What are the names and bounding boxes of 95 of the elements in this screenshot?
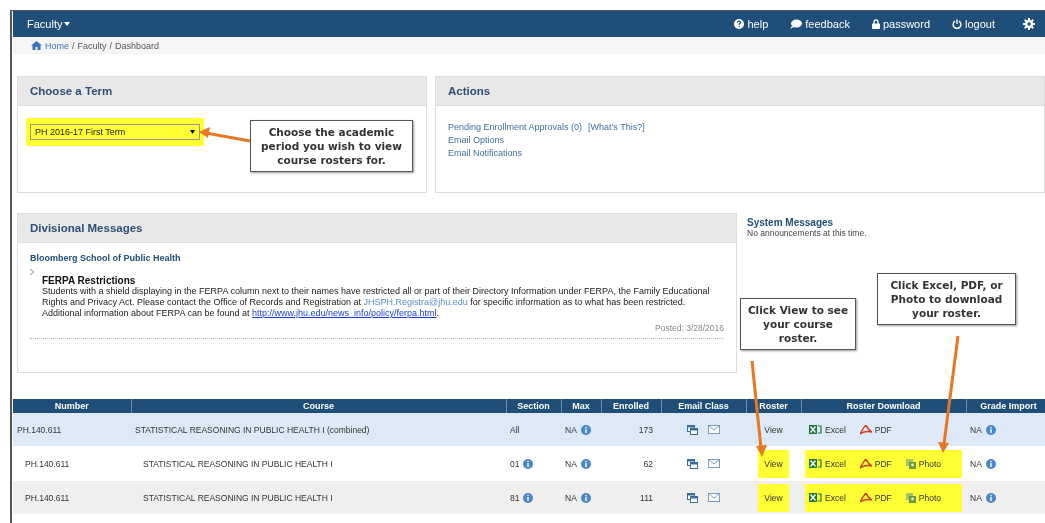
pdf-icon [859,492,872,503]
action-link[interactable]: Pending Enrollment Approvals (0) [448,122,583,132]
table-cell: STATISTICAL REASONING IN PUBLIC HEALTH I [131,480,506,515]
panel-title: Actions [448,85,491,97]
pdf-icon [859,424,872,435]
message-title: FERPA Restrictions [42,275,137,286]
table-cell: NA [565,424,577,435]
action-link[interactable]: Email Options [448,135,505,145]
pdf-link[interactable]: PDF [859,492,892,503]
view-link[interactable]: View [758,449,789,478]
info-icon[interactable] [580,492,591,503]
home-icon [31,41,42,50]
help-link[interactable]: help [734,18,769,30]
column-header: Email Class [661,399,746,413]
column-header: Max [561,399,601,413]
faculty-menu[interactable]: Faculty [27,18,71,30]
column-header: Enrolled [601,399,661,413]
feedback-link[interactable]: feedback [790,18,850,30]
table-cell: 01 [510,458,520,469]
photo-link[interactable]: Photo [905,458,941,469]
logout-link[interactable]: logout [952,18,995,30]
pdf-icon [859,458,872,469]
help-icon [734,19,745,29]
settings-icon[interactable] [1023,18,1035,30]
info-icon[interactable] [985,458,996,469]
action-link[interactable]: Email Notifications [448,148,523,158]
table-cell: All [510,424,520,435]
email-link[interactable]: JHSPH.Registra@jhu.edu [363,297,468,307]
info-icon[interactable] [580,424,591,435]
info-icon[interactable] [523,492,534,503]
message-text: Students with a shield displaying in the FERPA column next to their names have restricted all or part of their Directory Information under FERPA, the Family Educational Rights and Privacy Act. Please contact the Office of Records and Registration at JHSPH.Registra@jhu.edu for specific information as to what has been restricted. Additional information about FERPA can be found at http://www.jhu.edu/news_info/policy/ferpa.html. [42,286,711,319]
pdf-link[interactable]: PDF [859,424,892,435]
speech-bubble-icon [790,19,803,29]
photo-link[interactable]: Photo [905,492,941,503]
excel-link[interactable]: Excel [809,458,846,469]
table-cell: NA [565,458,577,469]
windows-icon[interactable] [687,492,698,503]
chevron-icon [30,269,34,275]
info-icon[interactable] [985,492,996,503]
column-header: Roster [746,399,801,413]
breadcrumb-separator: / [72,40,75,51]
system-messages-text: No announcements at this time. [747,228,867,238]
school-name: Bloomberg School of Public Health [30,253,182,263]
term-dropdown[interactable]: PH 2016-17 First Term [30,124,200,140]
breadcrumb-link[interactable]: Home [45,40,69,51]
callout-note: Click Excel, PDF, or Photo to download your roster. [877,273,1016,325]
photo-icon [905,458,916,469]
info-icon[interactable] [523,458,534,469]
callout-note: Click View to see your course roster. [740,298,856,350]
breadcrumb-item: Dashboard [115,40,160,51]
column-header: Grade Import [966,399,1045,413]
column-header: Course [131,399,506,413]
table-cell: STATISTICAL REASONING IN PUBLIC HEALTH I (combined) [131,413,506,447]
pdf-link[interactable]: PDF [859,458,892,469]
system-messages-title: System Messages [747,217,835,228]
table-cell: 111 [601,480,661,515]
caret-icon [64,22,71,26]
panel-title: Divisional Messages [30,222,143,234]
posted-date: Posted: 3/28/2016 [655,323,724,333]
view-link[interactable]: View [758,483,789,512]
info-icon[interactable] [985,424,996,435]
column-header: Section [506,399,561,413]
column-header: Number [13,399,131,413]
table-cell: 173 [601,413,661,447]
windows-icon[interactable] [687,458,698,469]
table-cell: NA [970,492,982,503]
password-link[interactable]: password [871,18,930,30]
windows-icon[interactable] [687,424,698,435]
table-cell: 81 [510,492,520,503]
url-link[interactable]: http://www.jhu.edu/news_info/policy/ferpa.html [251,308,437,318]
excel-link[interactable]: Excel [809,424,846,435]
table-cell: PH.140.611 [13,413,131,447]
panel-title: Choose a Term [30,85,113,97]
caret-icon [190,130,195,134]
power-icon [952,19,962,29]
photo-icon [905,492,916,503]
table-cell: NA [565,492,577,503]
envelope-icon[interactable] [708,459,720,468]
breadcrumb-item[interactable]: Faculty [77,40,107,51]
help-link[interactable]: [What's This?] [588,122,645,132]
table-cell: NA [970,424,982,435]
table-cell: NA [970,458,982,469]
callout-note: Choose the academic period you wish to view course rosters for. [250,120,413,172]
spreadsheet-icon [809,425,822,434]
arrow [199,127,251,143]
column-header: Roster Download [801,399,966,413]
info-icon[interactable] [580,458,591,469]
table-cell: PH.140.611 [13,480,131,515]
excel-link[interactable]: Excel [809,492,846,503]
breadcrumb-separator: / [109,40,113,51]
envelope-icon[interactable] [708,425,720,434]
spreadsheet-icon [809,493,822,502]
envelope-icon[interactable] [708,493,720,502]
spreadsheet-icon [809,459,822,468]
lock-icon [871,19,880,29]
